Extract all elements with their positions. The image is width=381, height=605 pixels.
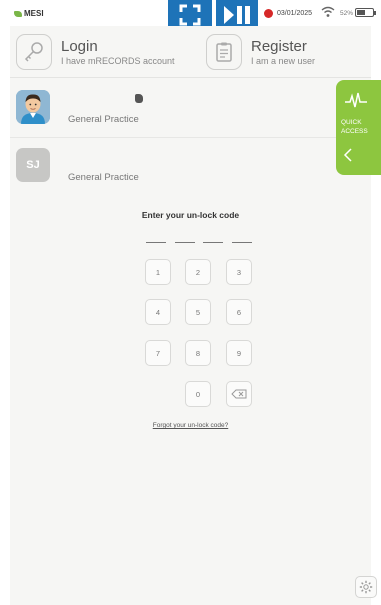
key-0[interactable]: 0	[185, 381, 211, 407]
login-subtitle: I have mRECORDS account	[61, 55, 175, 66]
gear-icon	[359, 580, 373, 594]
code-slot	[146, 242, 166, 243]
user-row[interactable]: SJ General Practice	[10, 140, 371, 196]
pulse-icon	[345, 92, 367, 108]
key-3[interactable]: 3	[226, 259, 252, 285]
battery-tip	[374, 11, 376, 15]
key-8[interactable]: 8	[185, 340, 211, 366]
fullscreen-icon	[179, 4, 201, 26]
code-slot	[174, 242, 195, 243]
code-slot	[231, 242, 252, 243]
key-icon	[16, 34, 52, 70]
key-9[interactable]: 9	[226, 340, 252, 366]
key-1[interactable]: 1	[145, 259, 171, 285]
status-date: 03/01/2025	[277, 10, 313, 17]
battery-percent: 52%	[340, 10, 354, 17]
code-slot	[203, 242, 224, 243]
backspace-button[interactable]	[226, 381, 252, 407]
key-7[interactable]: 7	[145, 340, 171, 366]
login-panel: Login I have mRECORDS account Register I…	[10, 26, 377, 605]
register-button[interactable]: Register I am a new user	[206, 32, 315, 72]
settings-button[interactable]	[355, 576, 377, 598]
login-button[interactable]: Login I have mRECORDS account	[16, 32, 175, 72]
key-4[interactable]: 4	[145, 299, 171, 325]
battery-icon	[355, 8, 374, 17]
login-title: Login	[61, 37, 98, 55]
quick-access-label: QUICK ACCESS	[341, 119, 368, 135]
brand-logo: MESI	[14, 9, 44, 18]
clipboard-icon	[206, 34, 242, 70]
user-status-icon	[135, 94, 143, 103]
quick-access-tab[interactable]: QUICK ACCESS	[336, 80, 381, 175]
brand-name: MESI	[24, 9, 44, 18]
battery-level	[357, 10, 365, 15]
leaf-icon	[14, 10, 22, 17]
user-practice: General Practice	[68, 172, 139, 183]
play-pause-icon	[224, 6, 250, 24]
wifi-icon	[321, 6, 335, 17]
user-photo-icon	[16, 90, 50, 124]
user-practice: General Practice	[68, 114, 139, 125]
key-5[interactable]: 5	[185, 299, 211, 325]
key-2[interactable]: 2	[185, 259, 211, 285]
user-row[interactable]: General Practice	[10, 82, 371, 138]
chevron-left-icon	[343, 148, 352, 162]
avatar: SJ	[16, 148, 50, 182]
backspace-icon	[231, 389, 247, 399]
account-actions: Login I have mRECORDS account Register I…	[10, 26, 371, 78]
status-bar: MESI 03/01/2025 52%	[0, 0, 381, 30]
forgot-code-link[interactable]: Forgot your un-lock code?	[10, 422, 371, 429]
key-6[interactable]: 6	[226, 299, 252, 325]
register-subtitle: I am a new user	[251, 55, 316, 66]
unlock-title: Enter your un-lock code	[141, 210, 240, 220]
code-slots	[146, 242, 252, 243]
avatar	[16, 90, 50, 124]
register-title: Register	[251, 37, 307, 55]
recording-indicator	[264, 9, 273, 18]
